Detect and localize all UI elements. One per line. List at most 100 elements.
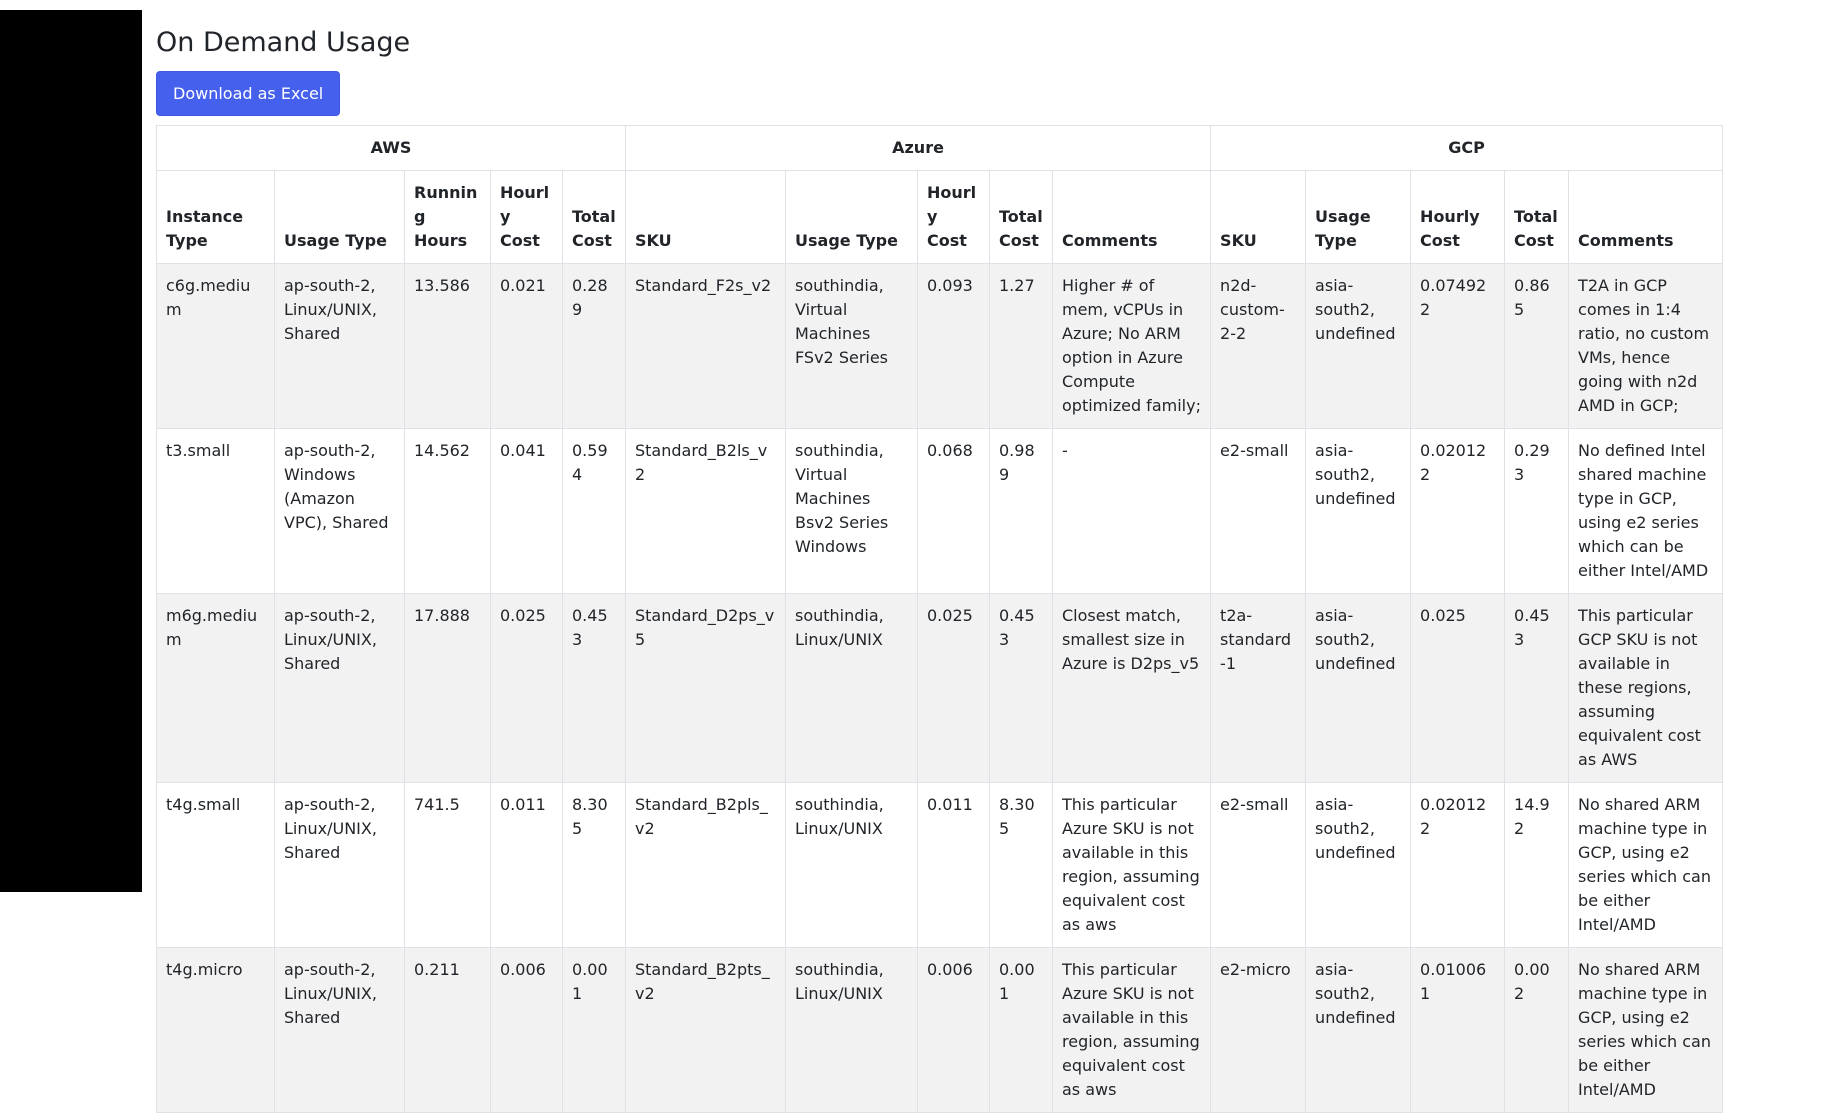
table-cell: 0.025 — [490, 593, 563, 783]
table-cell: m6g.medium — [156, 593, 275, 783]
column-header: Usage Type — [785, 170, 918, 264]
table-cell: ap-south-2, Linux/UNIX, Shared — [274, 947, 405, 1113]
table-cell: 0.011 — [917, 782, 990, 948]
table-cell: 0.453 — [562, 593, 626, 783]
table-cell: 1.27 — [989, 263, 1053, 429]
table-row: t4g.micro ap-south-2, Linux/UNIX, Shared 0… — [156, 947, 1724, 1113]
column-header: Hourly Cost — [917, 170, 990, 264]
table-cell: Closest match, smallest size in Azure is… — [1051, 593, 1212, 783]
download-excel-button[interactable]: Download as Excel — [156, 71, 341, 116]
table-cell: e2-micro — [1210, 947, 1307, 1113]
table-cell: 0.041 — [490, 428, 563, 594]
table-cell: 0.211 — [404, 947, 491, 1113]
table-row: t3.small ap-south-2, Windows (Amazon VPC)… — [156, 428, 1724, 594]
table-cell: asia-south2, undefined — [1305, 782, 1412, 948]
table-cell: asia-south2, undefined — [1305, 428, 1412, 594]
table-cell: Standard_B2ls_v2 — [625, 428, 786, 594]
table-cell: southindia, Linux/UNIX — [785, 947, 918, 1113]
column-header: Hourly Cost — [490, 170, 563, 264]
main-content: On Demand Usage Download as Excel AWS Az… — [156, 0, 1724, 1113]
table-cell: 0.001 — [562, 947, 626, 1113]
table-cell: 0.068 — [917, 428, 990, 594]
table-cell: 17.888 — [404, 593, 491, 783]
table-cell: 14.562 — [404, 428, 491, 594]
table-cell: 13.586 — [404, 263, 491, 429]
table-cell: southindia, Virtual Machines Bsv2 Series… — [785, 428, 918, 594]
table-cell: asia-south2, undefined — [1305, 593, 1412, 783]
table-cell: - — [1051, 428, 1212, 594]
table-cell: 0.002 — [1504, 947, 1570, 1113]
column-header-row: Instance Type Usage Type Running Hours H… — [156, 170, 1724, 264]
column-header: Total Cost — [562, 170, 626, 264]
usage-table-body: c6g.medium ap-south-2, Linux/UNIX, Shared… — [156, 263, 1724, 1113]
table-cell: 8.305 — [562, 782, 626, 948]
column-header: Running Hours — [404, 170, 491, 264]
table-cell: ap-south-2, Linux/UNIX, Shared — [274, 593, 405, 783]
table-cell: southindia, Linux/UNIX — [785, 593, 918, 783]
column-header: Total Cost — [989, 170, 1053, 264]
table-cell: No shared ARM machine type in GCP, using… — [1568, 782, 1724, 948]
table-cell: asia-south2, undefined — [1305, 263, 1412, 429]
group-header-azure: Azure — [624, 125, 1212, 171]
table-cell: Standard_D2ps_v5 — [625, 593, 786, 783]
table-cell: 0.011 — [490, 782, 563, 948]
table-row: m6g.medium ap-south-2, Linux/UNIX, Shared… — [156, 593, 1724, 783]
table-cell: c6g.medium — [156, 263, 275, 429]
table-cell: southindia, Linux/UNIX — [785, 782, 918, 948]
table-cell: No defined Intel shared machine type in … — [1568, 428, 1724, 594]
column-header: SKU — [625, 170, 786, 264]
group-header-gcp: GCP — [1210, 125, 1724, 171]
table-cell: n2d-custom-2-2 — [1210, 263, 1307, 429]
table-cell: 0.020122 — [1410, 782, 1506, 948]
table-cell: This particular Azure SKU is not availab… — [1051, 782, 1212, 948]
table-row: t4g.small ap-south-2, Linux/UNIX, Shared 7… — [156, 782, 1724, 948]
sidebar — [0, 10, 142, 892]
table-cell: 0.025 — [1410, 593, 1506, 783]
table-cell: 0.021 — [490, 263, 563, 429]
table-cell: 14.92 — [1504, 782, 1570, 948]
table-cell: 8.305 — [989, 782, 1053, 948]
table-cell: Higher # of mem, vCPUs in Azure; No ARM … — [1051, 263, 1212, 429]
table-cell: 0.289 — [562, 263, 626, 429]
table-cell: e2-small — [1210, 782, 1307, 948]
table-cell: 0.006 — [917, 947, 990, 1113]
table-cell: t2a-standard-1 — [1210, 593, 1307, 783]
table-cell: 741.5 — [404, 782, 491, 948]
column-header: Comments — [1051, 170, 1212, 264]
table-cell: 0.453 — [1504, 593, 1570, 783]
table-cell: No shared ARM machine type in GCP, using… — [1568, 947, 1724, 1113]
table-cell: 0.020122 — [1410, 428, 1506, 594]
table-cell: e2-small — [1210, 428, 1307, 594]
table-cell: Standard_F2s_v2 — [625, 263, 786, 429]
column-header: Total Cost — [1504, 170, 1570, 264]
table-cell: 0.293 — [1504, 428, 1570, 594]
table-cell: 0.453 — [989, 593, 1053, 783]
table-cell: 0.001 — [989, 947, 1053, 1113]
column-header: Instance Type — [156, 170, 275, 264]
table-cell: 0.006 — [490, 947, 563, 1113]
table-cell: ap-south-2, Linux/UNIX, Shared — [274, 782, 405, 948]
table-cell: 0.074922 — [1410, 263, 1506, 429]
table-cell: t4g.micro — [156, 947, 275, 1113]
column-header: SKU — [1210, 170, 1307, 264]
table-cell: 0.093 — [917, 263, 990, 429]
table-cell: This particular Azure SKU is not availab… — [1051, 947, 1212, 1113]
table-cell: Standard_B2pts_v2 — [625, 947, 786, 1113]
column-header: Usage Type — [1305, 170, 1412, 264]
page-title: On Demand Usage — [156, 27, 411, 58]
table-cell: ap-south-2, Linux/UNIX, Shared — [274, 263, 405, 429]
column-header: Hourly Cost — [1410, 170, 1506, 264]
table-cell: t3.small — [156, 428, 275, 594]
table-cell: T2A in GCP comes in 1:4 ratio, no custom… — [1568, 263, 1724, 429]
table-cell: southindia, Virtual Machines FSv2 Series — [785, 263, 918, 429]
table-row: c6g.medium ap-south-2, Linux/UNIX, Shared… — [156, 263, 1724, 429]
table-cell: ap-south-2, Windows (Amazon VPC), Shared — [274, 428, 405, 594]
column-header: Comments — [1568, 170, 1724, 264]
table-cell: 0.025 — [917, 593, 990, 783]
column-header: Usage Type — [274, 170, 405, 264]
provider-header-row: AWS Azure GCP — [156, 125, 1724, 171]
table-cell: 0.010061 — [1410, 947, 1506, 1113]
table-cell: 0.989 — [989, 428, 1053, 594]
table-cell: t4g.small — [156, 782, 275, 948]
table-cell: 0.594 — [562, 428, 626, 594]
